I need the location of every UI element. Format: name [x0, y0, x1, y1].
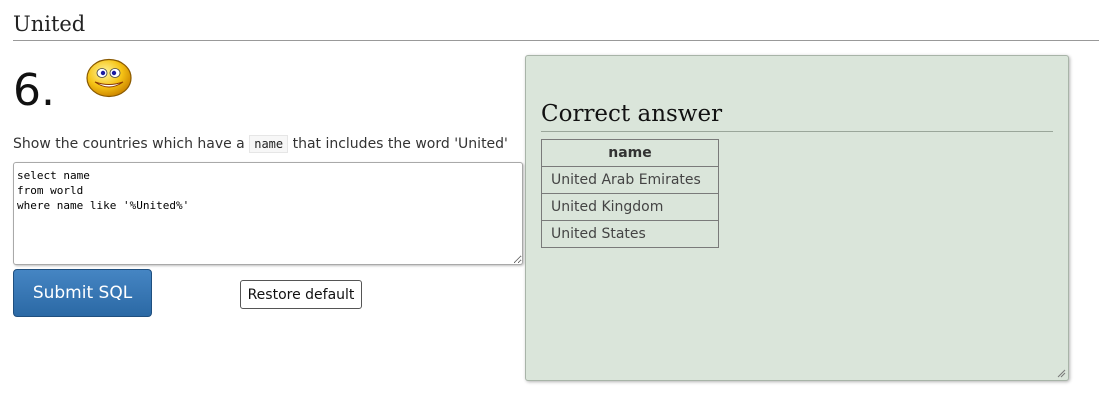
section-divider [13, 40, 1099, 41]
submit-sql-button[interactable]: Submit SQL [13, 269, 152, 317]
answer-heading: Correct answer [541, 101, 723, 127]
table-cell: United Arab Emirates [541, 166, 719, 194]
sql-editor[interactable] [13, 162, 523, 265]
answer-panel: Correct answer name United Arab Emirates… [525, 55, 1069, 381]
question-text-before: Show the countries which have a [13, 136, 250, 152]
table-row: United Arab Emirates [541, 166, 719, 194]
section-title: United [13, 12, 86, 36]
resize-grip-icon[interactable] [1056, 368, 1066, 378]
smiley-face-icon [86, 58, 132, 98]
table-cell: United Kingdom [541, 193, 719, 221]
table-row: United Kingdom [541, 193, 719, 221]
answer-divider [541, 131, 1053, 132]
code-term: name [249, 135, 289, 153]
result-table: name United Arab Emirates United Kingdom… [541, 139, 719, 248]
table-cell: United States [541, 220, 719, 248]
column-header-name: name [541, 139, 719, 167]
question-number: 6. [13, 65, 55, 116]
question-text: Show the countries which have a name tha… [13, 134, 508, 154]
question-text-after: that includes the word 'United' [288, 136, 508, 152]
table-header-row: name [541, 139, 719, 167]
restore-default-button[interactable]: Restore default [240, 280, 362, 309]
table-row: United States [541, 220, 719, 248]
